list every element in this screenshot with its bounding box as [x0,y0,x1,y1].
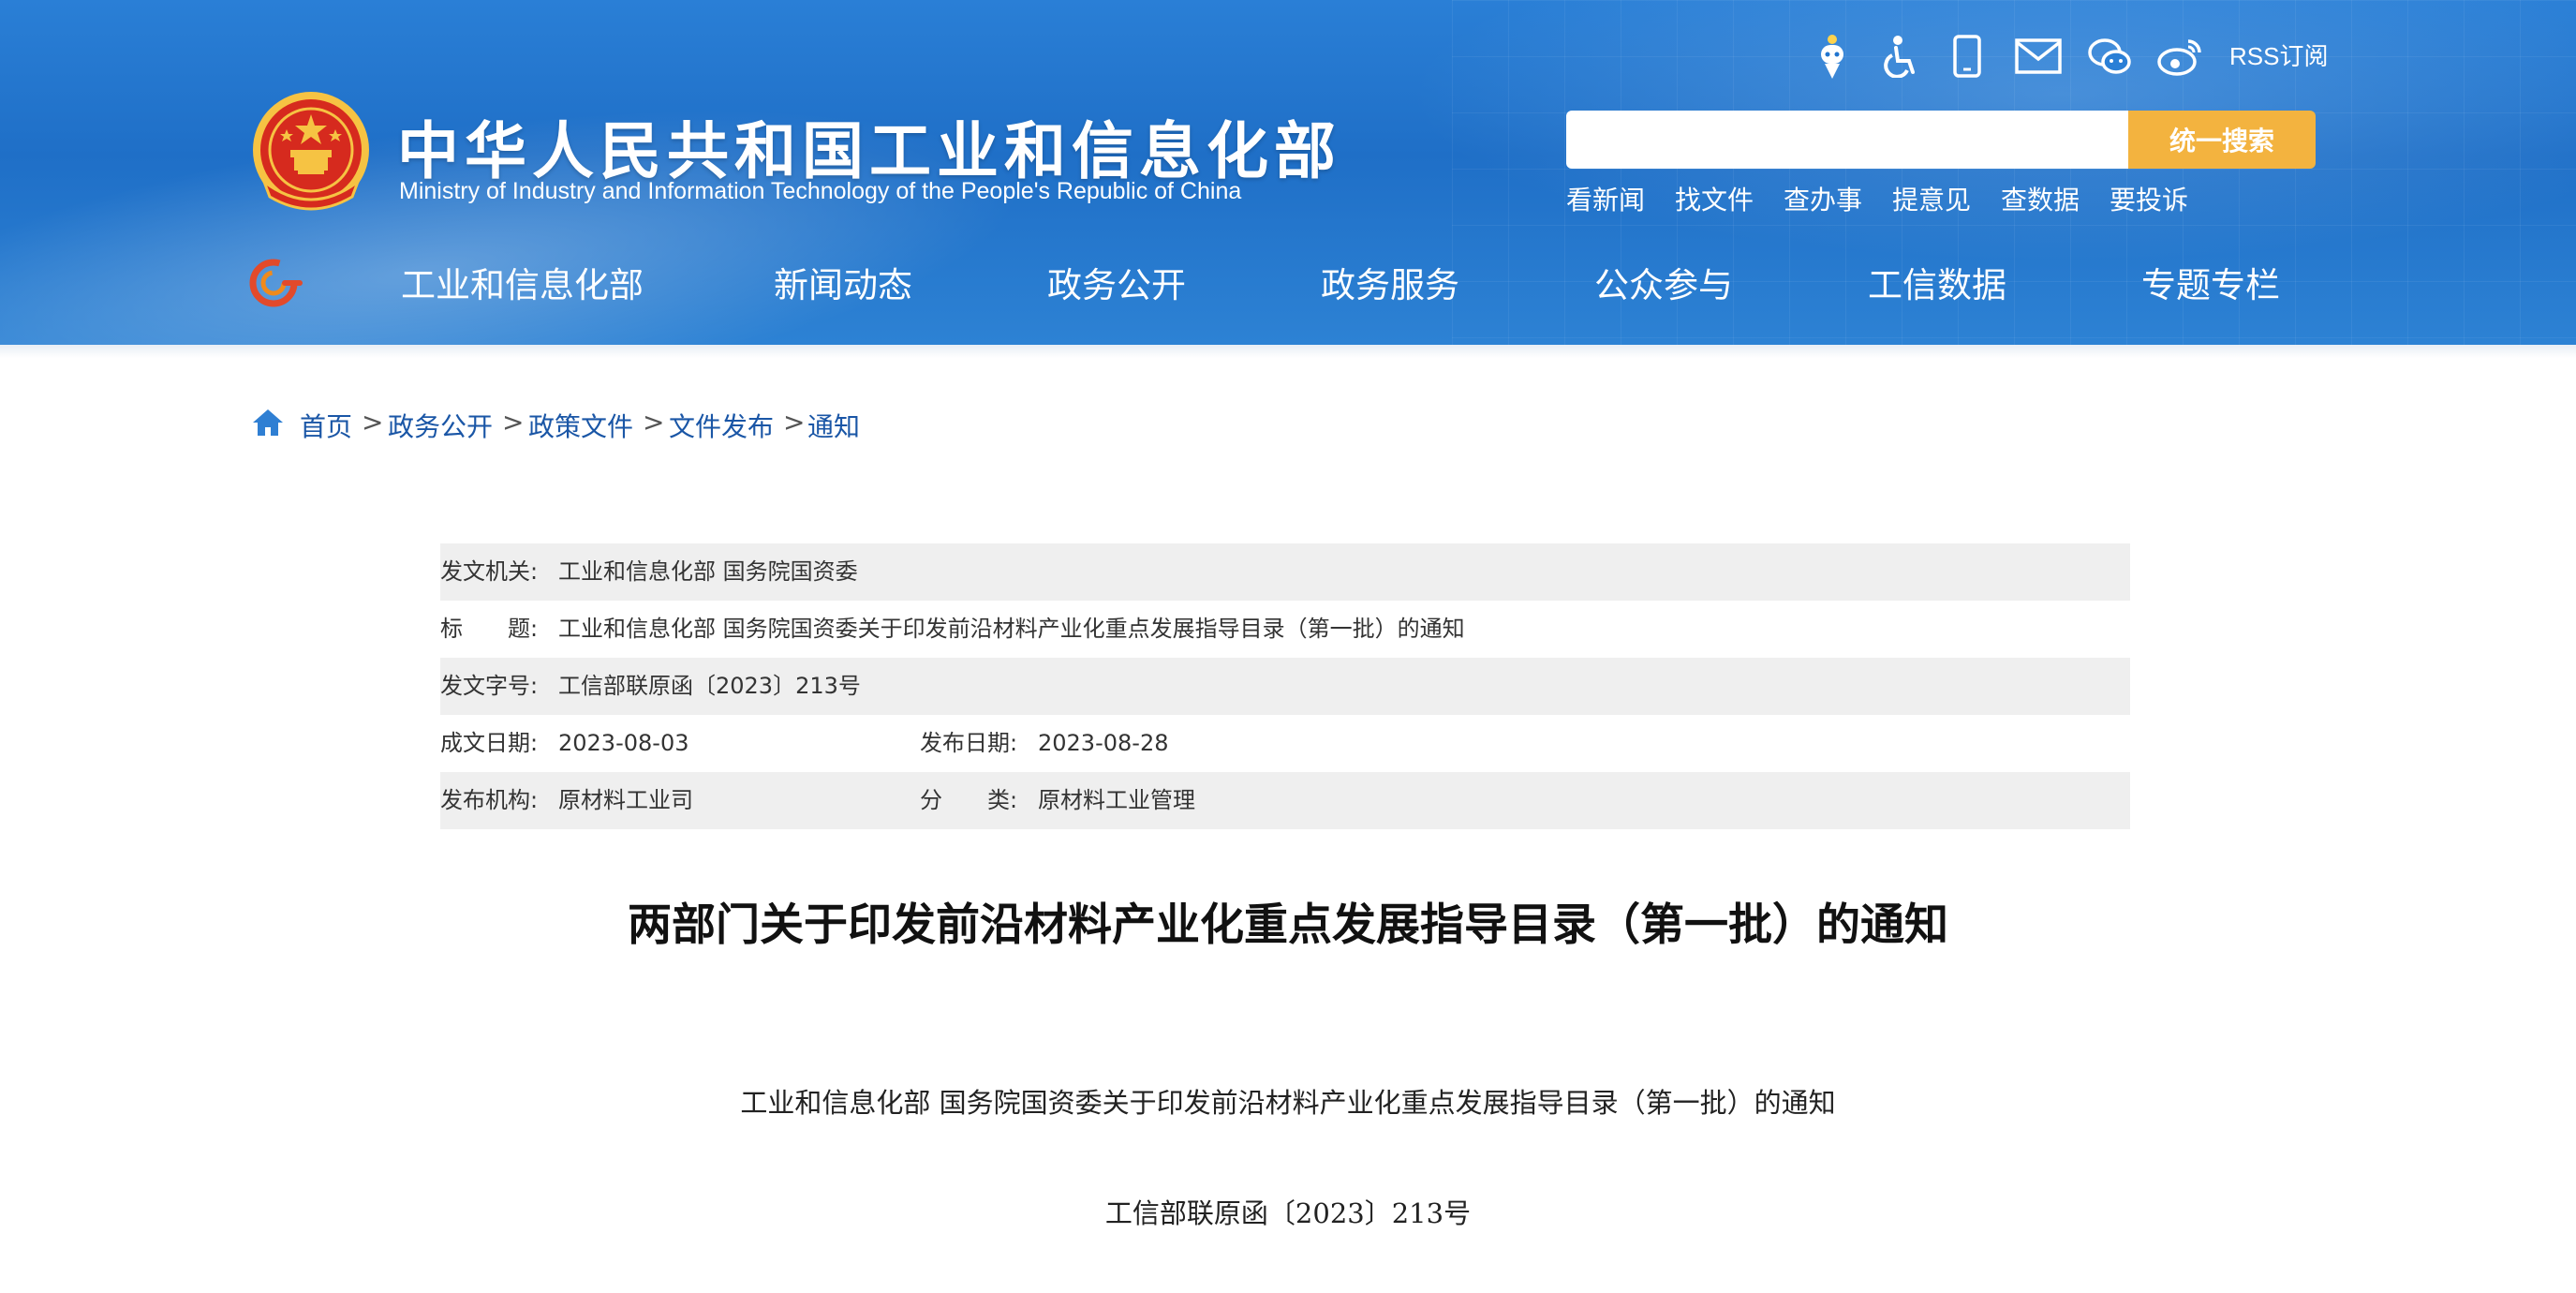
mail-icon[interactable] [2012,28,2065,84]
site-subtitle: Ministry of Industry and Information Tec… [399,178,1242,204]
breadcrumb-separator: > [783,407,806,438]
meta-created-label: 成文日期: [440,730,539,756]
meta-published-value: 2023-08-28 [1038,730,1169,756]
meta-category-label: 分 类: [920,787,1018,813]
breadcrumb-doc-release[interactable]: 文件发布 [669,407,774,444]
site-title[interactable]: 中华人民共和国工业和信息化部 [397,101,1336,187]
quick-link-news[interactable]: 看新闻 [1566,180,1645,217]
mobile-icon[interactable] [1941,28,1993,84]
nav-item-public-participation[interactable]: 公众参与 [1594,255,1733,320]
ai-assistant-icon[interactable] [1806,28,1858,84]
nav-item-news[interactable]: 新闻动态 [774,255,912,320]
breadcrumb: 首页 > 政务公开 > 政策文件 > 文件发布 > 通知 [251,403,1375,444]
accessibility-icon[interactable] [1873,28,1926,84]
breadcrumb-home[interactable]: 首页 [300,407,352,444]
quick-link-feedback[interactable]: 提意见 [1892,180,1971,217]
search-input[interactable] [1566,111,2132,169]
meta-issuer-value: 工业和信息化部 国务院国资委 [558,558,858,585]
meta-row-docnum: 发文字号: 工信部联原函〔2023〕213号 [440,658,2130,715]
document-meta-table: 发文机关: 工业和信息化部 国务院国资委 标 题: 工业和信息化部 国务院国资委… [440,543,2130,829]
quick-link-services[interactable]: 查办事 [1784,180,1862,217]
article-doc-number: 工信部联原函〔2023〕213号 [1104,1197,1472,1229]
miit-logo-icon[interactable] [247,255,303,311]
breadcrumb-separator: > [362,407,384,438]
meta-issuer-label: 发文机关: [440,558,539,585]
nav-item-ministry[interactable]: 工业和信息化部 [401,255,644,320]
article-title: 两部门关于印发前沿材料产业化重点发展指导目录（第一批）的通知 [628,899,1948,951]
rss-subscribe-link[interactable]: RSS订阅 [2229,37,2332,75]
quick-link-data[interactable]: 查数据 [2001,180,2080,217]
breadcrumb-notice[interactable]: 通知 [807,407,860,444]
site-header: 中华人民共和国工业和信息化部 Ministry of Industry and … [0,0,2576,345]
main-nav: 工业和信息化部 新闻动态 政务公开 政务服务 公众参与 工信数据 专题专栏 [375,255,2323,320]
meta-org-value: 原材料工业司 [558,787,693,813]
meta-title-value: 工业和信息化部 国务院国资委关于印发前沿材料产业化重点发展指导目录（第一批）的通… [558,616,1465,642]
national-emblem-icon[interactable] [251,92,371,217]
meta-category-value: 原材料工业管理 [1038,787,1195,813]
nav-item-data[interactable]: 工信数据 [1868,255,2006,320]
nav-item-special-topics[interactable]: 专题专栏 [2141,255,2280,320]
meta-docnum-value: 工信部联原函〔2023〕213号 [558,673,861,699]
breadcrumb-policy-docs[interactable]: 政策文件 [528,407,633,444]
breadcrumb-gov-affairs[interactable]: 政务公开 [388,407,493,444]
meta-docnum-label: 发文字号: [440,673,539,699]
nav-item-services[interactable]: 政务服务 [1321,255,1459,320]
quick-links: 看新闻 找文件 查办事 提意见 查数据 要投诉 [1566,180,2316,217]
wechat-icon[interactable] [2083,28,2136,84]
meta-created-value: 2023-08-03 [558,730,689,756]
search-button[interactable]: 统一搜索 [2128,111,2316,169]
quick-link-complaint[interactable]: 要投诉 [2110,180,2188,217]
meta-published-label: 发布日期: [920,730,1018,756]
breadcrumb-separator: > [643,407,665,438]
meta-title-label: 标 题: [440,616,539,642]
quick-link-files[interactable]: 找文件 [1675,180,1754,217]
nav-item-gov-affairs[interactable]: 政务公开 [1047,255,1186,320]
weibo-icon[interactable] [2154,28,2207,84]
header-divider [0,345,2576,358]
meta-row-title: 标 题: 工业和信息化部 国务院国资委关于印发前沿材料产业化重点发展指导目录（第… [440,601,2130,658]
meta-org-label: 发布机构: [440,787,539,813]
meta-row-org: 发布机构: 原材料工业司 分 类: 原材料工业管理 [440,772,2130,829]
meta-row-issuer: 发文机关: 工业和信息化部 国务院国资委 [440,543,2130,601]
breadcrumb-separator: > [502,407,525,438]
home-icon[interactable] [251,407,285,438]
meta-row-dates: 成文日期: 2023-08-03 发布日期: 2023-08-28 [440,715,2130,772]
article-subtitle: 工业和信息化部 国务院国资委关于印发前沿材料产业化重点发展指导目录（第一批）的通… [740,1087,1836,1119]
